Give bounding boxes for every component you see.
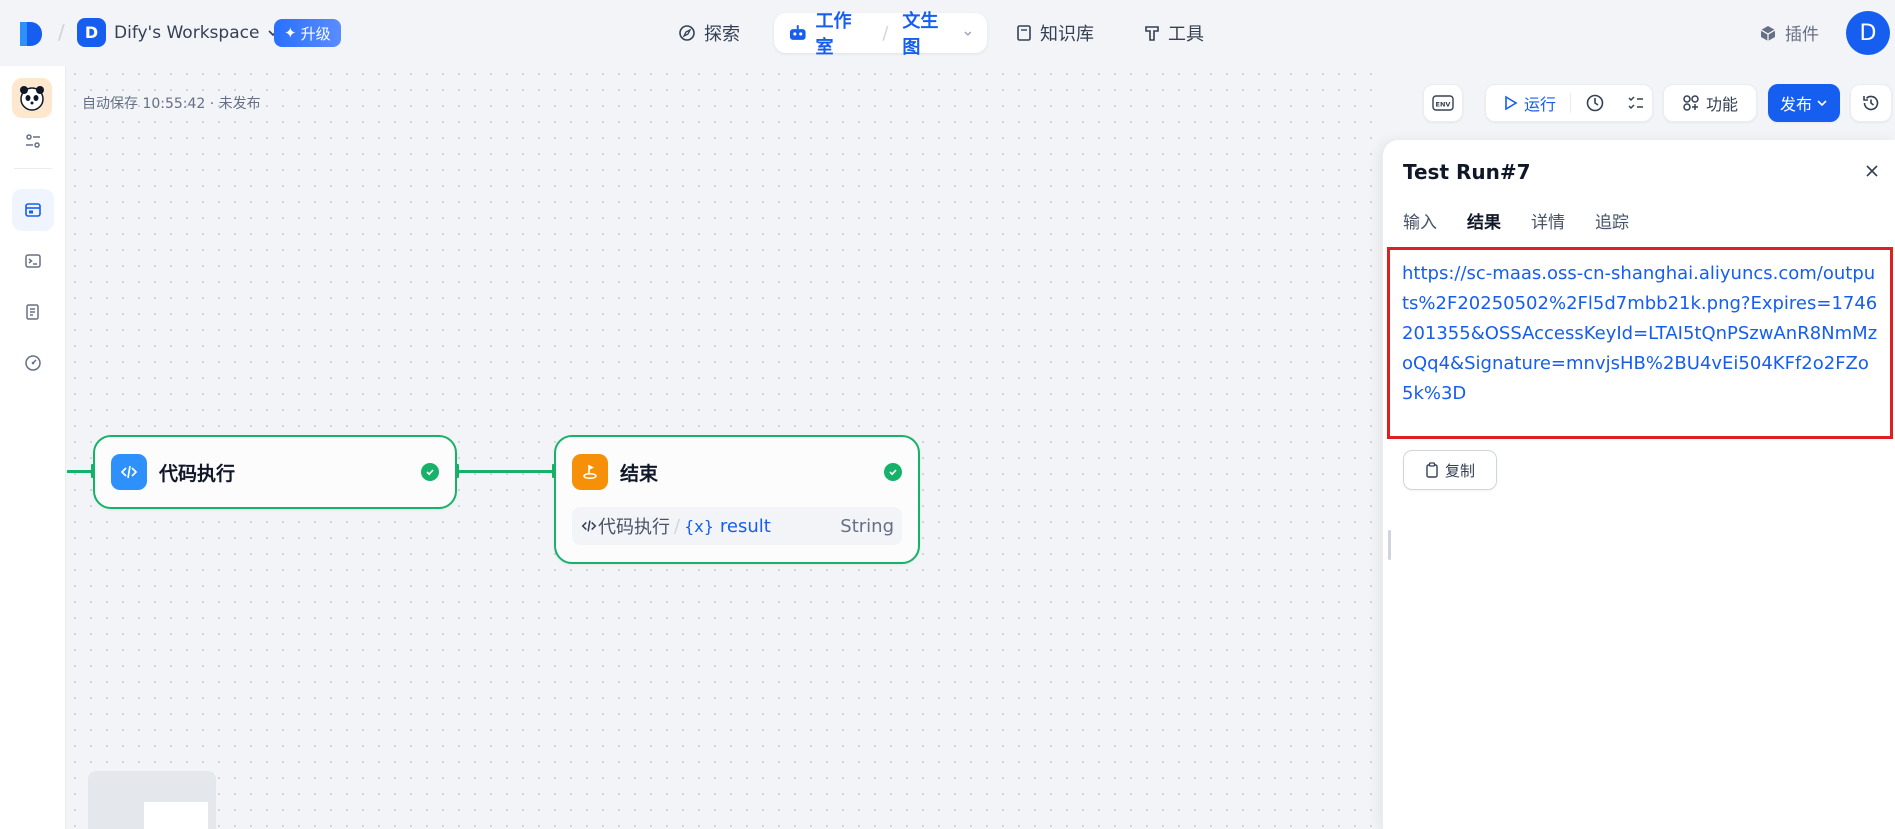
upgrade-label: 升级 bbox=[300, 24, 331, 43]
chevron-down-icon bbox=[1817, 100, 1827, 107]
compass-icon bbox=[679, 25, 695, 41]
chevron-down-icon bbox=[964, 31, 972, 36]
nav-knowledge[interactable]: 知识库 bbox=[1016, 13, 1094, 53]
nav-tools-label: 工具 bbox=[1168, 24, 1204, 45]
variable-type: String bbox=[840, 515, 894, 537]
variable-path-separator: / bbox=[674, 515, 681, 537]
close-icon[interactable] bbox=[1863, 162, 1881, 180]
cube-icon bbox=[1760, 25, 1776, 41]
autosave-status: 自动保存 10:55:42 · 未发布 bbox=[82, 96, 261, 112]
app-sidebar bbox=[0, 66, 66, 829]
features-label: 功能 bbox=[1705, 95, 1738, 114]
app-icon[interactable] bbox=[12, 78, 52, 118]
hammer-icon bbox=[1145, 26, 1159, 41]
code-icon bbox=[111, 454, 147, 490]
features-button[interactable]: 功能 bbox=[1663, 84, 1757, 122]
run-toolbar: 运行 bbox=[1485, 84, 1653, 122]
copy-button[interactable]: 复制 bbox=[1403, 450, 1497, 490]
nav-explore[interactable]: 探索 bbox=[678, 13, 740, 53]
user-avatar[interactable]: D bbox=[1846, 11, 1890, 55]
monitoring-gauge-icon[interactable] bbox=[12, 342, 54, 384]
orchestrate-icon[interactable] bbox=[12, 189, 54, 231]
tab-detail[interactable]: 详情 bbox=[1531, 208, 1565, 233]
workspace-switcher[interactable]: D Dify's Workspace bbox=[77, 18, 279, 47]
nav-explore-label: 探索 bbox=[704, 24, 740, 45]
panda-icon bbox=[20, 86, 44, 111]
result-output-link[interactable]: https://sc-maas.oss-cn-shanghai.aliyuncs… bbox=[1387, 247, 1893, 439]
code-node-title: 代码执行 bbox=[159, 462, 236, 485]
run-history-icon[interactable] bbox=[1585, 93, 1605, 113]
checklist-icon[interactable] bbox=[1627, 94, 1645, 112]
breadcrumb-separator: / bbox=[58, 20, 65, 44]
nav-knowledge-label: 知识库 bbox=[1040, 24, 1094, 45]
toolbar-divider bbox=[1570, 93, 1572, 113]
current-app-name[interactable]: 文生图 bbox=[902, 7, 955, 59]
tab-input[interactable]: 输入 bbox=[1403, 208, 1437, 233]
nav-studio-label: 工作室 bbox=[815, 11, 852, 58]
panel-resize-handle[interactable] bbox=[1388, 530, 1391, 560]
code-icon bbox=[581, 520, 597, 532]
panel-tabs: 输入 结果 详情 追踪 bbox=[1403, 208, 1629, 233]
run-button[interactable]: 运行 bbox=[1524, 91, 1556, 115]
variable-icon: {x} bbox=[684, 516, 714, 536]
variable-source-node: 代码执行 bbox=[598, 517, 670, 538]
code-node-header: 代码执行 bbox=[95, 437, 455, 507]
end-flag-icon bbox=[572, 454, 608, 490]
sidebar-divider bbox=[14, 168, 52, 169]
publish-button[interactable]: 发布 bbox=[1768, 84, 1840, 122]
clipboard-icon bbox=[1426, 462, 1438, 478]
tab-result[interactable]: 结果 bbox=[1467, 208, 1501, 233]
nav-studio[interactable]: 工作室 / 文生图 bbox=[774, 11, 987, 58]
minimap-viewport[interactable] bbox=[144, 802, 208, 829]
env-icon: ENV bbox=[1432, 95, 1454, 111]
env-variables-button[interactable]: ENV bbox=[1423, 84, 1463, 122]
workspace-avatar: D bbox=[77, 18, 106, 47]
robot-icon bbox=[789, 25, 806, 40]
panel-title: Test Run#7 bbox=[1403, 160, 1531, 184]
logs-icon[interactable] bbox=[12, 291, 54, 333]
upgrade-button[interactable]: ✦ 升级 bbox=[274, 19, 341, 47]
book-icon bbox=[1017, 25, 1031, 41]
workflow-edge bbox=[457, 470, 557, 473]
code-node[interactable]: 代码执行 bbox=[93, 435, 457, 509]
copy-label: 复制 bbox=[1444, 461, 1475, 480]
output-variable-row: 代码执行 / {x} result String bbox=[572, 507, 902, 545]
top-bar: / D Dify's Workspace ✦ 升级 探索 工作室 / 文生图 知… bbox=[0, 0, 1895, 66]
workflow-edge bbox=[67, 470, 93, 473]
end-node-header: 结束 bbox=[556, 437, 918, 507]
plugins-label: 插件 bbox=[1785, 25, 1819, 45]
settings-sliders-icon[interactable] bbox=[12, 120, 54, 162]
test-run-panel: Test Run#7 输入 结果 详情 追踪 https://sc-maas.o… bbox=[1382, 140, 1895, 829]
nav-tools[interactable]: 工具 bbox=[1144, 13, 1204, 53]
nav-separator: / bbox=[882, 22, 889, 44]
sparkle-icon: ✦ bbox=[284, 24, 297, 42]
plugins-button[interactable]: 插件 bbox=[1759, 20, 1819, 45]
workspace-name: Dify's Workspace bbox=[114, 22, 260, 43]
dify-logo[interactable] bbox=[18, 20, 44, 48]
minimap[interactable] bbox=[88, 771, 216, 829]
publish-label: 发布 bbox=[1779, 95, 1812, 114]
variable-name: result bbox=[719, 515, 771, 537]
terminal-icon[interactable] bbox=[12, 240, 54, 282]
success-check-icon bbox=[884, 463, 902, 481]
history-icon bbox=[1863, 95, 1879, 111]
features-grid-icon bbox=[1683, 95, 1699, 111]
end-node[interactable]: 结束 代码执行 / {x} result String bbox=[554, 435, 920, 564]
end-node-title: 结束 bbox=[620, 462, 659, 485]
tab-tracing[interactable]: 追踪 bbox=[1595, 208, 1629, 233]
play-icon[interactable] bbox=[1504, 95, 1518, 111]
env-text: ENV bbox=[1436, 101, 1451, 109]
success-check-icon bbox=[421, 463, 439, 481]
version-history-button[interactable] bbox=[1850, 84, 1892, 122]
